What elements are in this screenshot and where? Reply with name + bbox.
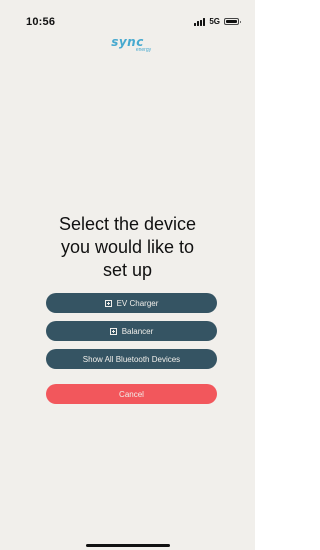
cancel-label: Cancel [119, 389, 144, 399]
home-indicator[interactable] [86, 544, 170, 547]
add-box-icon [104, 299, 112, 307]
status-bar: 10:56 5G [0, 0, 255, 36]
add-box-icon [109, 327, 117, 335]
device-setup-screen: 10:56 5G sync energy Select the device y… [0, 0, 255, 550]
status-time: 10:56 [26, 16, 56, 28]
logo-subtitle: energy [135, 47, 152, 53]
status-indicators: 5G [194, 17, 241, 26]
page-title: Select the device you would like to set … [0, 213, 255, 282]
ev-charger-label: EV Charger [116, 298, 159, 308]
show-all-bluetooth-button[interactable]: Show All Bluetooth Devices [46, 349, 217, 369]
balancer-label: Balancer [121, 326, 154, 336]
page-title-line: set up [102, 260, 153, 280]
show-all-bluetooth-label: Show All Bluetooth Devices [82, 354, 181, 364]
network-type: 5G [209, 17, 220, 26]
battery-icon [224, 18, 241, 25]
page-title-line: you would like to [60, 237, 195, 257]
page-title-line: Select the device [58, 214, 197, 234]
signal-icon [194, 18, 206, 26]
ev-charger-button[interactable]: EV Charger [46, 293, 217, 313]
brand-logo: sync energy [0, 36, 255, 53]
cancel-button[interactable]: Cancel [46, 384, 217, 404]
balancer-button[interactable]: Balancer [46, 321, 217, 341]
